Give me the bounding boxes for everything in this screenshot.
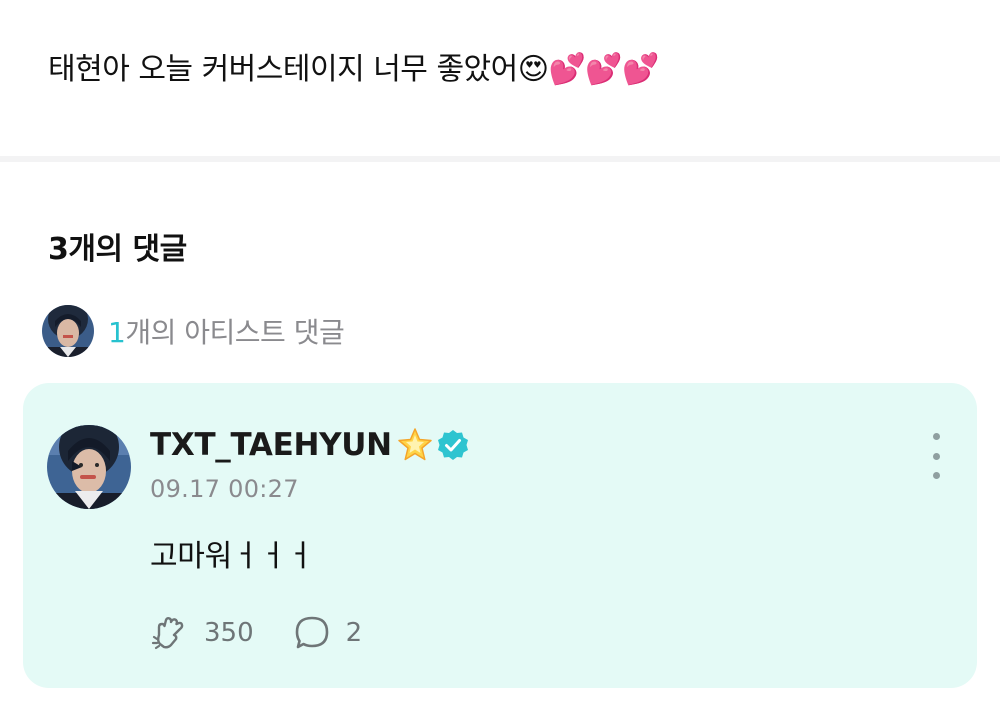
author-row: TXT_TAEHYUN — [150, 425, 470, 465]
artist-comment-count: 1 — [108, 316, 126, 349]
post: 태현아 오늘 커버스테이지 너무 좋았어😍💕💕💕 — [0, 0, 1000, 158]
reply-button[interactable]: 2 — [292, 613, 363, 653]
artist-comments-summary[interactable]: 1개의 아티스트 댓글 — [42, 304, 345, 358]
post-text: 태현아 오늘 커버스테이지 너무 좋았어😍💕💕💕 — [48, 52, 660, 87]
comment-actions: 350 2 — [150, 613, 362, 653]
artist-avatar[interactable] — [47, 425, 131, 509]
artist-comments-summary-text: 1개의 아티스트 댓글 — [108, 311, 345, 351]
artist-avatar-small — [42, 305, 94, 357]
verified-badge-icon — [437, 430, 468, 460]
author-name[interactable]: TXT_TAEHYUN — [150, 427, 392, 463]
star-icon — [398, 428, 432, 461]
cheer-hand-icon — [151, 617, 184, 650]
more-options-button[interactable] — [923, 433, 949, 479]
like-button[interactable]: 350 — [150, 613, 254, 653]
speech-bubble-icon — [295, 616, 328, 649]
section-divider — [0, 156, 1000, 162]
more-dot — [932, 452, 940, 460]
like-count: 350 — [204, 618, 254, 648]
more-vertical-icon — [932, 433, 940, 440]
comments-count-header: 3개의 댓글 — [48, 232, 187, 267]
more-dot — [932, 472, 940, 479]
artist-comment-card: TXT_TAEHYUN 09.17 00:27 고마워ㅓㅓㅓ 350 2 — [23, 383, 977, 688]
artist-comment-label: 개의 아티스트 댓글 — [125, 316, 345, 349]
comment-timestamp: 09.17 00:27 — [150, 475, 299, 503]
reply-count: 2 — [345, 618, 363, 648]
comment-body: 고마워ㅓㅓㅓ — [150, 539, 314, 574]
